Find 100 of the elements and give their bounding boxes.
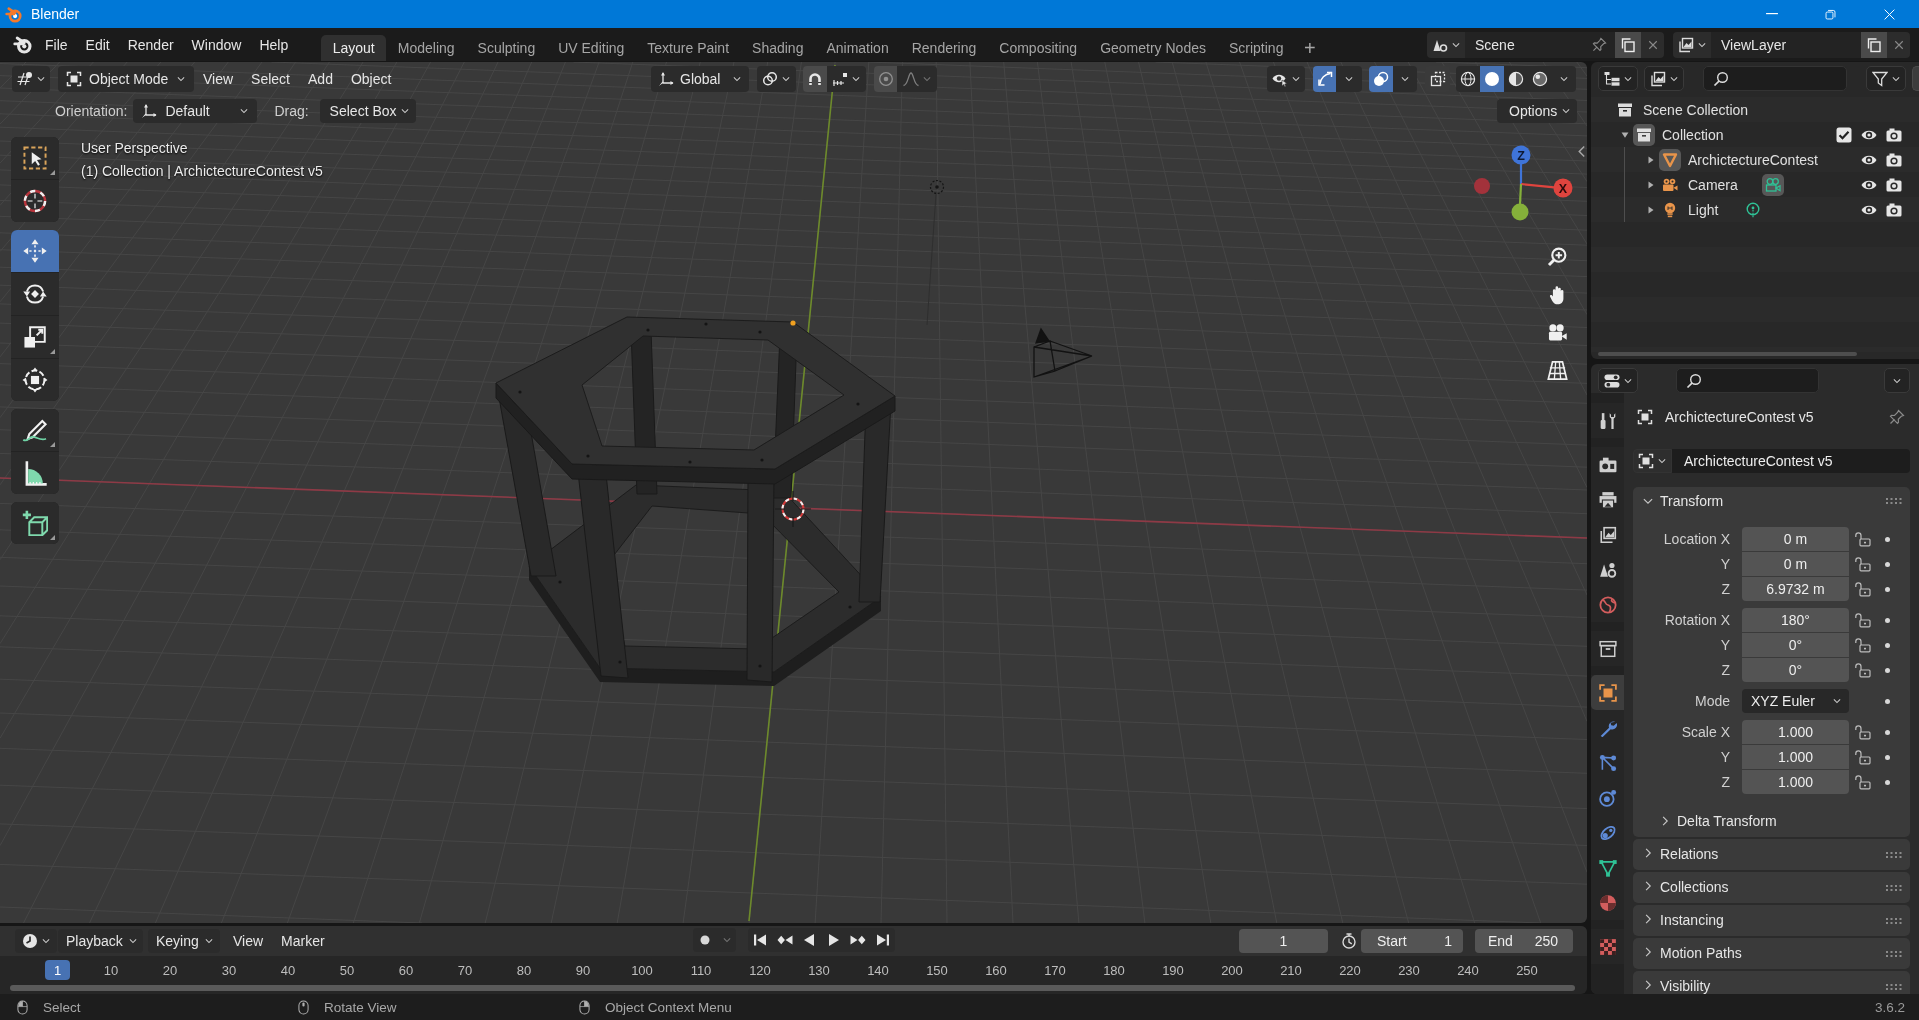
- tool-button[interactable]: [11, 409, 59, 451]
- z-axis-handle[interactable]: Z: [1511, 145, 1531, 165]
- menu-dropdown[interactable]: Keying: [148, 929, 220, 953]
- keyframe-dot-icon[interactable]: [1885, 754, 1890, 760]
- display-mode-dropdown[interactable]: [1644, 66, 1684, 91]
- scene-browse-button[interactable]: [1427, 31, 1465, 58]
- tool-button[interactable]: [11, 359, 59, 401]
- current-frame-field[interactable]: 1: [1239, 929, 1328, 953]
- menu-item[interactable]: Edit: [76, 31, 119, 58]
- x-axis-handle[interactable]: X: [1553, 178, 1573, 198]
- panel-title[interactable]: Collections: [1660, 879, 1729, 895]
- editor-type-button[interactable]: [1598, 66, 1638, 91]
- number-field[interactable]: 6.9732 m: [1742, 577, 1849, 601]
- panel-title[interactable]: Transform: [1660, 493, 1724, 509]
- padlock-icon[interactable]: [1855, 637, 1871, 653]
- options-dropdown[interactable]: Options: [1497, 99, 1577, 123]
- orientation-dropdown[interactable]: Default: [133, 99, 258, 123]
- workspace-tab[interactable]: Compositing: [987, 35, 1089, 61]
- padlock-icon[interactable]: [1855, 749, 1871, 765]
- keyframe-dot-icon[interactable]: [1885, 667, 1890, 673]
- object-visibility-dropdown[interactable]: [1267, 66, 1305, 92]
- view-layer-name-field[interactable]: ViewLayer: [1711, 31, 1861, 58]
- delete-scene-button[interactable]: [1641, 31, 1664, 58]
- shading-mode-button[interactable]: [1504, 66, 1528, 92]
- menu-item[interactable]: Select: [242, 66, 299, 92]
- falloff-dropdown[interactable]: [897, 66, 937, 92]
- drag-dropdown[interactable]: Select Box: [319, 99, 416, 123]
- tree-item-label[interactable]: ArchictectureContest: [1688, 151, 1818, 168]
- pin-icon[interactable]: [1889, 409, 1905, 425]
- padlock-icon[interactable]: [1855, 581, 1871, 597]
- number-field[interactable]: 0°: [1742, 658, 1849, 682]
- search-field[interactable]: [1676, 368, 1819, 393]
- padlock-icon[interactable]: [1855, 774, 1871, 790]
- menu-item[interactable]: File: [36, 31, 77, 58]
- workspace-tab[interactable]: Modeling: [386, 35, 467, 61]
- menu-item[interactable]: Window: [182, 31, 251, 58]
- stopwatch-icon[interactable]: [1341, 933, 1357, 949]
- keyframe-dot-icon[interactable]: [1885, 698, 1890, 704]
- object-name-field[interactable]: ArchictectureContest v5: [1672, 449, 1910, 473]
- menu-item[interactable]: View: [194, 66, 243, 92]
- axis-handle[interactable]: [1511, 203, 1529, 221]
- checkbox[interactable]: [1836, 126, 1852, 143]
- shading-mode-button[interactable]: [1456, 66, 1480, 92]
- tool-button[interactable]: [11, 137, 59, 179]
- keyframe-dot-icon[interactable]: [1885, 642, 1890, 648]
- workspace-tab[interactable]: Geometry Nodes: [1088, 35, 1218, 61]
- camera-data-icon[interactable]: [1761, 173, 1784, 196]
- panel-title[interactable]: Relations: [1660, 846, 1719, 862]
- dropdown-field[interactable]: XYZ Euler: [1742, 689, 1849, 713]
- workspace-tab[interactable]: UV Editing: [546, 35, 636, 61]
- workspace-tab[interactable]: Shading: [740, 35, 815, 61]
- axis-handle[interactable]: [1474, 178, 1490, 194]
- editor-type-button[interactable]: [1598, 368, 1638, 393]
- current-frame-indicator[interactable]: 1: [45, 960, 70, 980]
- menu-item[interactable]: Add: [299, 66, 342, 92]
- menu-item[interactable]: Marker: [272, 929, 334, 953]
- end-frame-field[interactable]: End 250: [1475, 929, 1573, 953]
- start-frame-field[interactable]: Start 1: [1361, 929, 1463, 953]
- snap-toggle[interactable]: [803, 66, 827, 92]
- collection-box-icon[interactable]: [1633, 123, 1655, 146]
- workspace-tab[interactable]: Animation: [814, 35, 901, 61]
- pivot-point-dropdown[interactable]: [757, 66, 796, 92]
- properties-tab[interactable]: [1591, 675, 1624, 710]
- keyframe-dot-icon[interactable]: [1885, 617, 1890, 623]
- auto-keying-toggle[interactable]: [693, 928, 717, 952]
- panel-title[interactable]: Instancing: [1660, 912, 1724, 928]
- horizontal-scrollbar[interactable]: [1598, 352, 1857, 356]
- number-field[interactable]: 0°: [1742, 633, 1849, 657]
- workspace-tab[interactable]: Sculpting: [466, 35, 547, 61]
- render-camera-icon[interactable]: [1886, 126, 1902, 143]
- number-field[interactable]: 0 m: [1742, 527, 1849, 551]
- padlock-icon[interactable]: [1855, 531, 1871, 547]
- padlock-icon[interactable]: [1855, 556, 1871, 572]
- workspace-tab[interactable]: Texture Paint: [635, 35, 741, 61]
- proportional-editing-toggle[interactable]: [874, 66, 897, 92]
- keyframe-dot-icon[interactable]: [1885, 779, 1890, 785]
- tool-button[interactable]: [11, 273, 59, 315]
- keyframe-dot-icon[interactable]: [1885, 586, 1890, 592]
- search-field[interactable]: [1703, 66, 1847, 91]
- keyframe-dot-icon[interactable]: [1885, 729, 1890, 735]
- number-field[interactable]: 1.000: [1742, 720, 1849, 744]
- tool-button[interactable]: [11, 452, 59, 494]
- object-browse-button[interactable]: [1633, 449, 1672, 473]
- padlock-icon[interactable]: [1855, 724, 1871, 740]
- horizontal-scrollbar[interactable]: [10, 985, 1575, 991]
- snap-target-dropdown[interactable]: [827, 66, 866, 92]
- workspace-tab[interactable]: Layout: [321, 35, 387, 61]
- tool-button[interactable]: [11, 316, 59, 358]
- workspace-tab[interactable]: Rendering: [900, 35, 988, 61]
- padlock-icon[interactable]: [1855, 662, 1871, 678]
- subpanel-title[interactable]: Delta Transform: [1677, 813, 1777, 829]
- keyframe-dot-icon[interactable]: [1885, 561, 1890, 567]
- number-field[interactable]: 0 m: [1742, 552, 1849, 576]
- transform-orientation-dropdown[interactable]: Global: [651, 66, 749, 92]
- menu-item[interactable]: Render: [118, 31, 183, 58]
- render-camera-icon[interactable]: [1886, 201, 1902, 218]
- number-field[interactable]: 1.000: [1742, 770, 1849, 794]
- menu-dropdown[interactable]: Playback: [58, 929, 143, 953]
- tool-button[interactable]: [11, 502, 59, 544]
- overlay-toggle[interactable]: [1369, 66, 1393, 92]
